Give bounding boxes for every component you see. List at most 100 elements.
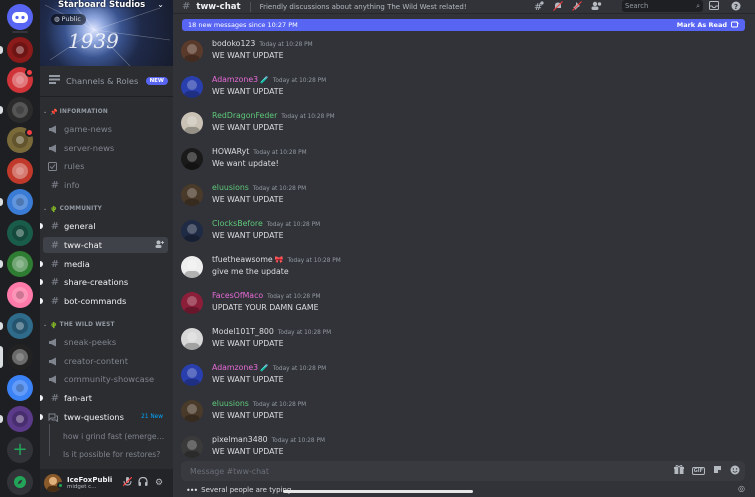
server-icon[interactable] <box>7 251 33 277</box>
notifications-muted-icon[interactable] <box>553 0 563 14</box>
message-author[interactable]: ClocksBefore <box>212 219 263 228</box>
headphones-icon[interactable] <box>135 476 151 489</box>
message-author[interactable]: eluusions <box>212 399 249 408</box>
new-messages-bar[interactable]: 18 new messages since 10:27 PM Mark As R… <box>182 19 745 31</box>
avatar[interactable] <box>181 40 203 62</box>
channel-item-community-showcase[interactable]: community-showcase <box>43 371 168 387</box>
unread-indicator <box>40 414 43 420</box>
chevron-down-icon[interactable]: ⌄ <box>157 0 164 9</box>
invite-member-icon[interactable] <box>155 240 164 250</box>
rules-icon <box>48 161 62 171</box>
search-input[interactable]: Search ⌕ <box>622 0 703 12</box>
server-icon[interactable] <box>7 406 33 432</box>
server-icon[interactable] <box>7 282 33 308</box>
channel-topic[interactable]: Friendly discussions about anything The … <box>260 3 467 11</box>
channel-item-creator-content[interactable]: creator-content <box>43 353 168 369</box>
server-icon[interactable] <box>7 313 33 339</box>
message-author[interactable]: bodoko123 <box>212 39 255 48</box>
add-server-button[interactable]: + <box>7 437 33 463</box>
channel-item-tww-questions[interactable]: tww-questions 21 New <box>40 409 168 425</box>
channels-roles-label: Channels & Roles <box>66 75 139 86</box>
server-icon[interactable] <box>7 344 33 370</box>
message-item[interactable]: pixelman3480 Today at 10:28 PM WE WANT UPD… <box>173 429 755 464</box>
message-author[interactable]: eluusions <box>212 183 249 192</box>
avatar[interactable] <box>181 436 203 458</box>
server-banner[interactable]: 1939 Starboard Studios ⌄ ◍ Public <box>40 0 173 66</box>
member-list-icon[interactable] <box>591 1 602 13</box>
mark-as-read-button[interactable]: Mark As Read <box>677 21 727 29</box>
help-icon[interactable]: ? <box>731 1 741 14</box>
channel-item-general[interactable]: # general <box>40 218 168 234</box>
settings-gear-icon[interactable]: ⚙ <box>151 478 167 488</box>
channel-item-tww-chat[interactable]: # tww-chat <box>43 237 168 253</box>
unread-indicator <box>40 223 43 229</box>
threads-icon[interactable]: # <box>534 0 544 14</box>
message-item[interactable]: RedDragonFeder Today at 10:28 PM WE WANT U… <box>173 105 755 140</box>
channel-item-media[interactable]: # media <box>40 256 168 272</box>
message-header: HOWARyt Today at 10:28 PM <box>212 147 307 156</box>
message-author[interactable]: RedDragonFeder <box>212 111 277 120</box>
channel-item-fan-art[interactable]: # fan-art <box>40 390 168 406</box>
message-author[interactable]: Model101T_800 <box>212 327 274 336</box>
message-item[interactable]: Adamzone3 🧪 Today at 10:28 PM WE WANT UPDAT… <box>173 69 755 104</box>
channel-item-rules[interactable]: rules <box>43 158 168 174</box>
server-icon[interactable] <box>7 189 33 215</box>
channels-and-roles[interactable]: Channels & Roles NEW <box>46 72 168 89</box>
message-composer[interactable]: Message #tww-chat GIF <box>181 461 745 481</box>
channel-item-game-news[interactable]: game-news <box>43 121 168 137</box>
hash-icon: # <box>50 179 60 191</box>
server-name[interactable]: Starboard Studios <box>58 0 145 10</box>
avatar[interactable] <box>181 220 203 242</box>
channel-item-server-news[interactable]: server-news <box>43 140 168 156</box>
message-item[interactable]: Model101T_800 Today at 10:28 PM WE WANT UP… <box>173 321 755 356</box>
message-item[interactable]: eluusions Today at 10:28 PM WE WANT UPDATE <box>173 177 755 212</box>
message-author[interactable]: Adamzone3 <box>212 75 258 84</box>
message-item[interactable]: eluusions Today at 10:28 PM WE WANT UPDATE <box>173 393 755 428</box>
server-icon[interactable] <box>7 37 33 63</box>
message-item[interactable]: bodoko123 Today at 10:28 PM WE WANT UPDATE <box>173 33 755 68</box>
avatar[interactable] <box>181 292 203 314</box>
message-input[interactable]: Message #tww-chat <box>190 467 269 476</box>
avatar[interactable] <box>181 328 203 350</box>
direct-messages-button[interactable] <box>7 4 33 30</box>
avatar[interactable] <box>181 400 203 422</box>
user-info[interactable]: IceFoxPubli midget c… <box>67 476 119 490</box>
avatar[interactable] <box>181 112 203 134</box>
message-author[interactable]: tfuetheawsome <box>212 255 273 264</box>
channel-item-bot-commands[interactable]: # bot-commands <box>40 293 168 309</box>
channel-item-share-creations[interactable]: # share-creations <box>40 274 168 290</box>
inbox-icon[interactable] <box>709 1 719 13</box>
avatar[interactable] <box>181 364 203 386</box>
gif-button[interactable]: GIF <box>691 467 705 475</box>
avatar[interactable] <box>181 148 203 170</box>
category-header[interactable]: ⌄ 🌵 COMMUNITY <box>43 204 102 214</box>
avatar[interactable] <box>181 184 203 206</box>
message-item[interactable]: ClocksBefore Today at 10:28 PM WE WANT UPD… <box>173 213 755 248</box>
sticker-icon[interactable] <box>713 465 722 477</box>
message-item[interactable]: HOWARyt Today at 10:28 PM We want update! <box>173 141 755 176</box>
message-author[interactable]: FacesOfMaco <box>212 291 263 300</box>
server-icon[interactable] <box>7 97 33 123</box>
message-item[interactable]: tfuetheawsome 🎀 Today at 10:28 PM give me t… <box>173 249 755 284</box>
message-author[interactable]: Adamzone3 <box>212 363 258 372</box>
thread-item[interactable]: Is it possible for restores? <box>63 446 168 462</box>
thread-item[interactable]: how i grind fast (emerge… <box>63 428 168 444</box>
avatar[interactable] <box>181 256 203 278</box>
gift-icon[interactable] <box>673 465 684 477</box>
mute-mic-icon[interactable] <box>119 476 135 490</box>
emoji-icon[interactable] <box>730 465 740 478</box>
avatar[interactable] <box>181 76 203 98</box>
server-icon[interactable] <box>7 220 33 246</box>
server-icon[interactable] <box>7 158 33 184</box>
channel-item-info[interactable]: # info <box>43 177 168 193</box>
message-item[interactable]: FacesOfMaco Today at 10:28 PM UPDATE YOUR … <box>173 285 755 320</box>
message-item[interactable]: Adamzone3 🧪 Today at 10:28 PM WE WANT UPDAT… <box>173 357 755 392</box>
explore-servers-button[interactable] <box>7 469 33 495</box>
message-author[interactable]: HOWARyt <box>212 147 249 156</box>
message-author[interactable]: pixelman3480 <box>212 435 268 444</box>
channel-item-sneak-peeks[interactable]: sneak-peeks <box>43 334 168 350</box>
category-header[interactable]: ⌄ 🌵 THE WILD WEST <box>43 320 115 330</box>
pinned-messages-icon[interactable] <box>572 0 582 14</box>
category-header[interactable]: ⌄ 📌 INFORMATION <box>43 107 108 117</box>
server-icon[interactable] <box>7 375 33 401</box>
